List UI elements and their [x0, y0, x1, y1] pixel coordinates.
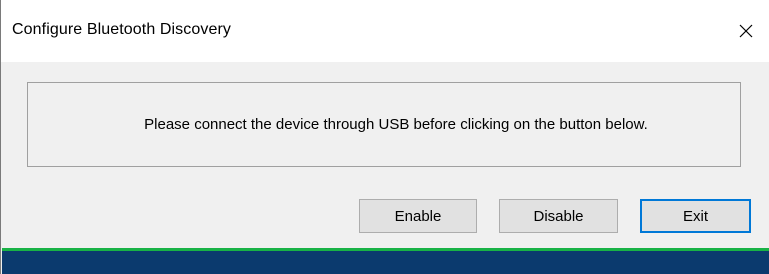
close-button[interactable] — [723, 0, 769, 62]
enable-button[interactable]: Enable — [359, 199, 477, 233]
close-icon — [738, 23, 754, 39]
window-title: Configure Bluetooth Discovery — [12, 21, 232, 38]
dialog-window: Configure Bluetooth Discovery Please con… — [0, 0, 769, 274]
bottom-bar — [2, 251, 769, 274]
title-bar[interactable]: Configure Bluetooth Discovery — [1, 0, 769, 62]
exit-button[interactable]: Exit — [640, 199, 751, 233]
message-panel: Please connect the device through USB be… — [27, 82, 741, 167]
disable-button[interactable]: Disable — [499, 199, 618, 233]
instruction-message: Please connect the device through USB be… — [144, 116, 648, 133]
